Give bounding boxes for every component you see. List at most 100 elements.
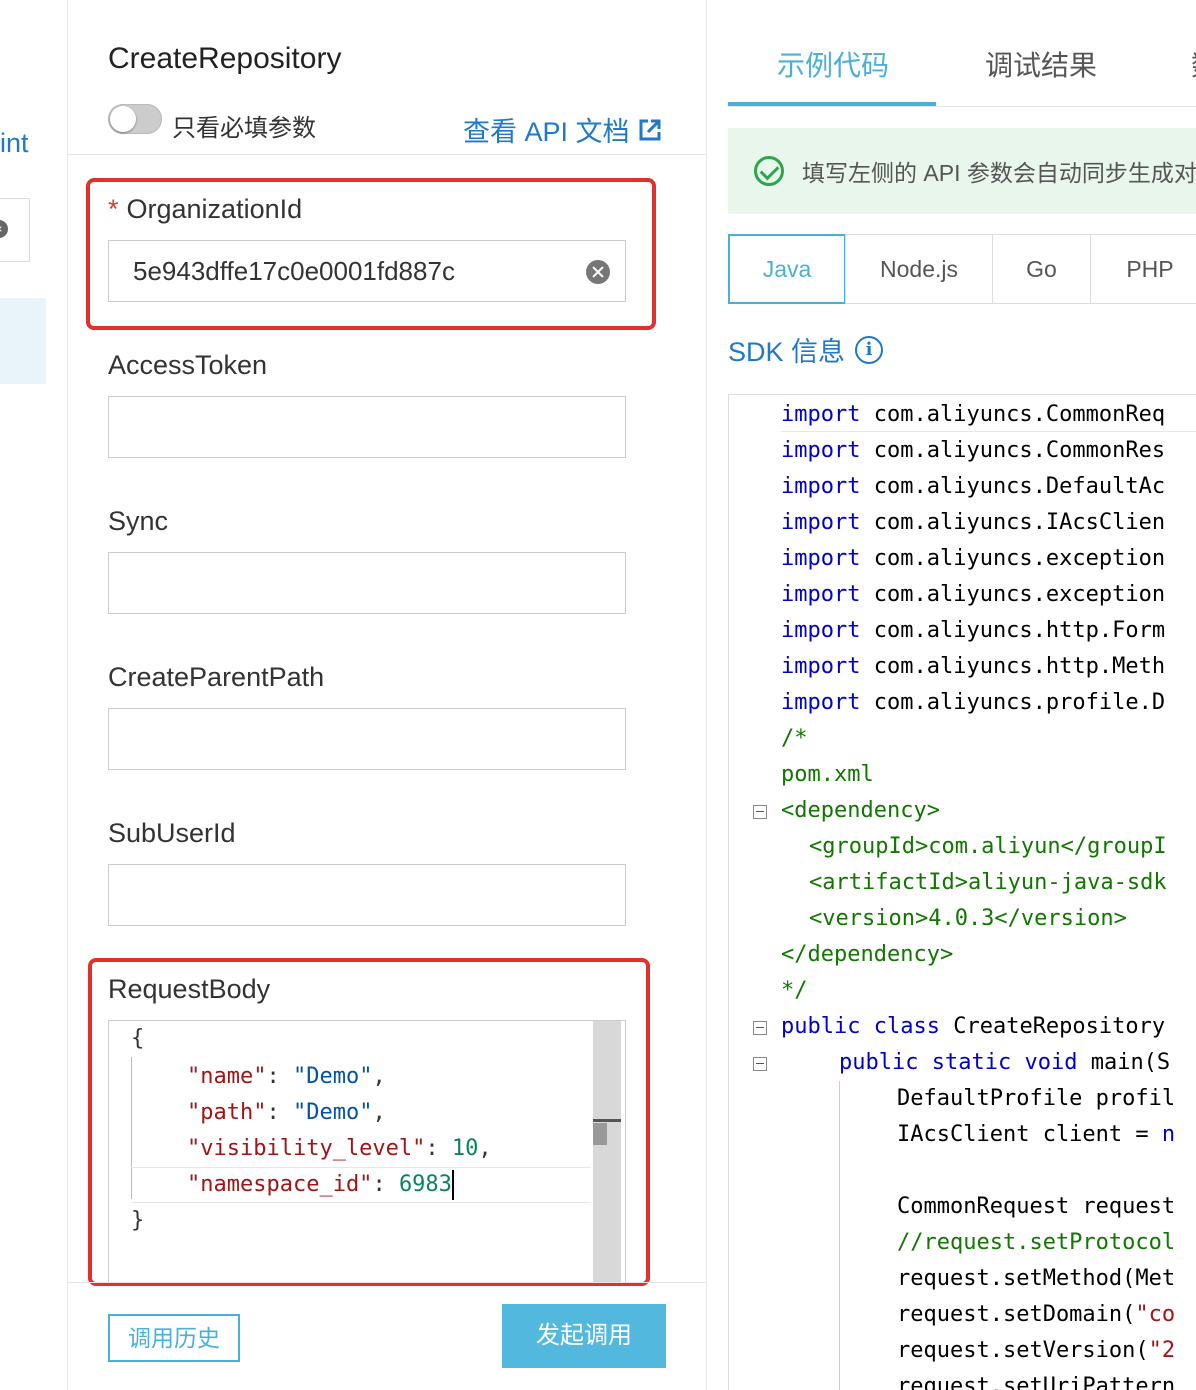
code-line: public static void main(S xyxy=(839,1045,1170,1081)
info-icon[interactable]: i xyxy=(855,335,884,364)
api-doc-link[interactable]: 查看 API 文档 xyxy=(463,110,662,149)
code-line: <version>4.0.3</version> xyxy=(809,906,1127,931)
code-line: <artifactId>aliyun-java-sdk xyxy=(809,870,1167,895)
keyword: import xyxy=(781,510,861,535)
sync-notice-text: 填写左侧的 API 参数会自动同步生成对 xyxy=(802,160,1196,186)
lang-tab-php[interactable]: PHP xyxy=(1090,234,1196,304)
createparentpath-input[interactable] xyxy=(108,708,626,770)
keyword: class xyxy=(873,1014,940,1039)
code-text: com.aliyuncs.DefaultAc xyxy=(873,474,1166,499)
code-line: request.setDomain("co xyxy=(897,1297,1175,1333)
keyword: static xyxy=(931,1050,1012,1075)
lang-tab-java[interactable]: Java xyxy=(728,234,846,304)
code-line: DefaultProfile profil xyxy=(897,1086,1176,1111)
code-line: /* xyxy=(781,726,808,751)
code-line: import com.aliyuncs.CommonReq xyxy=(781,397,1165,433)
required-only-toggle[interactable] xyxy=(108,104,162,134)
indent-guide xyxy=(839,1081,840,1390)
code-line: <groupId>com.aliyun</groupI xyxy=(809,834,1167,859)
code-line: import com.aliyuncs.http.Form xyxy=(781,613,1165,649)
keyword: import xyxy=(781,654,861,679)
code-line: <dependency> xyxy=(781,798,940,823)
code-viewer[interactable]: import com.aliyuncs.CommonReq import com… xyxy=(728,394,1196,1390)
left-sidebar: int × xyxy=(0,0,68,1390)
code-line: import com.aliyuncs.profile.D xyxy=(781,685,1165,721)
lang-tab-go[interactable]: Go xyxy=(992,234,1091,304)
keyword: import xyxy=(781,402,861,427)
keyword: import xyxy=(781,438,861,463)
field-label-subuserid: SubUserId xyxy=(108,818,236,848)
code-line: CommonRequest request xyxy=(897,1194,1176,1219)
footer-divider xyxy=(68,1282,706,1283)
highlight-box-organizationid xyxy=(86,178,656,330)
code-line: //request.setProtocol xyxy=(897,1230,1176,1255)
code-line: import com.aliyuncs.CommonRes xyxy=(781,433,1165,469)
code-line: public class CreateRepository xyxy=(781,1009,1165,1045)
code-line: import com.aliyuncs.DefaultAc xyxy=(781,469,1165,505)
code-sample-panel: 示例代码 调试结果 数 填写左侧的 API 参数会自动同步生成对 Java No… xyxy=(707,0,1196,1390)
keyword: public xyxy=(781,1014,861,1039)
code-text: com.aliyuncs.exception xyxy=(873,546,1166,571)
code-text: request.setVersion( xyxy=(897,1338,1149,1363)
code-line: import com.aliyuncs.exception xyxy=(781,541,1165,577)
field-label-sync: Sync xyxy=(108,506,169,536)
check-circle-icon xyxy=(754,156,784,186)
keyword: import xyxy=(781,690,861,715)
code-line: */ xyxy=(781,978,808,1003)
code-text: com.aliyuncs.CommonRes xyxy=(873,438,1166,463)
accesstoken-input[interactable] xyxy=(108,396,626,458)
sidebar-fragment-text[interactable]: int xyxy=(0,128,29,159)
sdk-info-label: SDK 信息 xyxy=(728,337,846,367)
parameter-panel: CreateRepository 只看必填参数 查看 API 文档 * Organ… xyxy=(68,0,707,1390)
keyword: import xyxy=(781,474,861,499)
external-link-icon xyxy=(639,119,661,140)
toggle-knob xyxy=(110,106,136,132)
keyword: import xyxy=(781,546,861,571)
code-text: com.aliyuncs.CommonReq xyxy=(873,402,1166,427)
highlight-box-requestbody xyxy=(88,958,650,1286)
keyword: n xyxy=(1161,1122,1176,1147)
fold-toggle-icon[interactable] xyxy=(753,805,767,819)
field-label-accesstoken: AccessToken xyxy=(108,350,268,380)
code-line: request.setUriPattern xyxy=(897,1374,1176,1390)
code-text: main(S xyxy=(1090,1050,1171,1075)
sdk-info[interactable]: SDK 信息 i xyxy=(728,330,884,369)
code-line: import com.aliyuncs.IAcsClien xyxy=(781,505,1165,541)
header-divider xyxy=(68,154,706,155)
code-text: com.aliyuncs.exception xyxy=(873,582,1166,607)
invoke-button[interactable]: 发起调用 xyxy=(502,1304,666,1368)
code-text: com.aliyuncs.http.Form xyxy=(873,618,1166,643)
tab-partial[interactable]: 数 xyxy=(1191,44,1196,84)
code-text: request.setDomain( xyxy=(897,1302,1136,1327)
api-doc-link-label: 查看 API 文档 xyxy=(463,117,630,147)
keyword: public xyxy=(839,1050,919,1075)
sync-input[interactable] xyxy=(108,552,626,614)
code-line: IAcsClient client = n xyxy=(897,1117,1175,1153)
tab-sample-code[interactable]: 示例代码 xyxy=(777,44,889,84)
code-line: pom.xml xyxy=(781,762,874,787)
subuserid-input[interactable] xyxy=(108,864,626,926)
call-history-button[interactable]: 调用历史 xyxy=(108,1314,240,1362)
code-text: IAcsClient client = xyxy=(897,1122,1162,1147)
code-line: </dependency> xyxy=(781,942,954,967)
toggle-label: 只看必填参数 xyxy=(172,115,316,142)
field-label-createparentpath: CreateParentPath xyxy=(108,662,325,692)
code-line: import com.aliyuncs.exception xyxy=(781,577,1165,613)
code-text: com.aliyuncs.IAcsClien xyxy=(873,510,1166,535)
code-line: request.setVersion("2 xyxy=(897,1333,1175,1369)
keyword: import xyxy=(781,582,861,607)
string-literal: "2 xyxy=(1148,1338,1176,1363)
tab-debug-result[interactable]: 调试结果 xyxy=(985,44,1097,84)
fold-toggle-icon[interactable] xyxy=(753,1057,767,1071)
tab-divider xyxy=(728,106,1196,107)
keyword: import xyxy=(781,618,861,643)
fold-toggle-icon[interactable] xyxy=(753,1021,767,1035)
code-text: com.aliyuncs.http.Meth xyxy=(873,654,1166,679)
sidebar-selected-item[interactable] xyxy=(0,298,46,384)
code-text: CreateRepository xyxy=(953,1014,1166,1039)
code-text: com.aliyuncs.profile.D xyxy=(873,690,1166,715)
string-literal: "co xyxy=(1135,1302,1176,1327)
keyword: void xyxy=(1024,1050,1078,1075)
lang-tab-nodejs[interactable]: Node.js xyxy=(845,234,993,304)
code-line: import com.aliyuncs.http.Meth xyxy=(781,649,1165,685)
